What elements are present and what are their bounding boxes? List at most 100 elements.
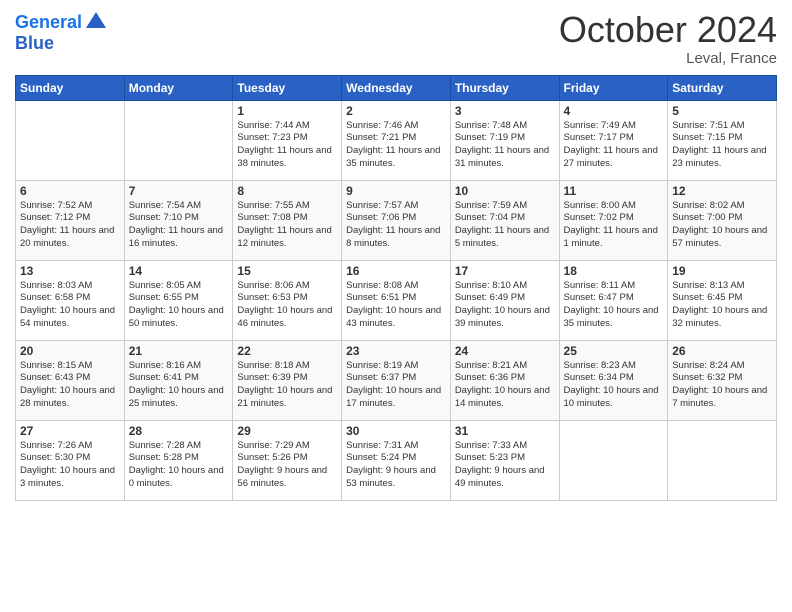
calendar-cell: 10Sunrise: 7:59 AMSunset: 7:04 PMDayligh… bbox=[450, 180, 559, 260]
day-number: 15 bbox=[237, 264, 337, 278]
calendar-cell: 22 Sunrise: 8:18 AMSunset: 6:39 PMDayligh… bbox=[233, 340, 342, 420]
cell-text: Sunrise: 7:57 AMSunset: 7:06 PMDaylight:… bbox=[346, 200, 446, 251]
calendar-cell: 24Sunrise: 8:21 AMSunset: 6:36 PMDayligh… bbox=[450, 340, 559, 420]
calendar-cell: 5 Sunrise: 7:51 AMSunset: 7:15 PMDaylight… bbox=[668, 100, 777, 180]
cell-text: Sunrise: 7:52 AMSunset: 7:12 PMDaylight:… bbox=[20, 200, 120, 251]
calendar-cell: 8 Sunrise: 7:55 AMSunset: 7:08 PMDaylight… bbox=[233, 180, 342, 260]
header-day-thursday: Thursday bbox=[450, 75, 559, 100]
cell-text: Sunrise: 8:05 AMSunset: 6:55 PMDaylight:… bbox=[129, 280, 229, 331]
calendar-cell: 19 Sunrise: 8:13 AMSunset: 6:45 PMDayligh… bbox=[668, 260, 777, 340]
cell-text: Sunrise: 7:55 AMSunset: 7:08 PMDaylight:… bbox=[237, 200, 337, 251]
cell-text: Sunrise: 7:54 AMSunset: 7:10 PMDaylight:… bbox=[129, 200, 229, 251]
day-number: 22 bbox=[237, 344, 337, 358]
day-number: 23 bbox=[346, 344, 446, 358]
day-number: 30 bbox=[346, 424, 446, 438]
day-number: 5 bbox=[672, 104, 772, 118]
day-number: 12 bbox=[672, 184, 772, 198]
day-number: 20 bbox=[20, 344, 120, 358]
month-title: October 2024 bbox=[559, 10, 777, 50]
calendar-cell: 2 Sunrise: 7:46 AMSunset: 7:21 PMDaylight… bbox=[342, 100, 451, 180]
header-day-saturday: Saturday bbox=[668, 75, 777, 100]
calendar-cell bbox=[16, 100, 125, 180]
day-number: 19 bbox=[672, 264, 772, 278]
day-number: 9 bbox=[346, 184, 446, 198]
week-row-3: 13Sunrise: 8:03 AMSunset: 6:58 PMDayligh… bbox=[16, 260, 777, 340]
day-number: 2 bbox=[346, 104, 446, 118]
calendar-cell: 6 Sunrise: 7:52 AMSunset: 7:12 PMDaylight… bbox=[16, 180, 125, 260]
cell-text: Sunrise: 8:16 AMSunset: 6:41 PMDaylight:… bbox=[129, 360, 229, 411]
header-day-friday: Friday bbox=[559, 75, 668, 100]
calendar-cell: 30 Sunrise: 7:31 AMSunset: 5:24 PMDayligh… bbox=[342, 420, 451, 500]
cell-text: Sunrise: 8:18 AMSunset: 6:39 PMDaylight:… bbox=[237, 360, 337, 411]
calendar-cell: 28 Sunrise: 7:28 AMSunset: 5:28 PMDayligh… bbox=[124, 420, 233, 500]
calendar-cell: 20 Sunrise: 8:15 AMSunset: 6:43 PMDayligh… bbox=[16, 340, 125, 420]
cell-text: Sunrise: 8:13 AMSunset: 6:45 PMDaylight:… bbox=[672, 280, 772, 331]
week-row-1: 1 Sunrise: 7:44 AMSunset: 7:23 PMDaylight… bbox=[16, 100, 777, 180]
header-day-wednesday: Wednesday bbox=[342, 75, 451, 100]
calendar-cell: 17Sunrise: 8:10 AMSunset: 6:49 PMDayligh… bbox=[450, 260, 559, 340]
calendar-cell: 1 Sunrise: 7:44 AMSunset: 7:23 PMDaylight… bbox=[233, 100, 342, 180]
week-row-5: 27Sunrise: 7:26 AMSunset: 5:30 PMDayligh… bbox=[16, 420, 777, 500]
calendar-table: SundayMondayTuesdayWednesdayThursdayFrid… bbox=[15, 75, 777, 501]
week-row-4: 20 Sunrise: 8:15 AMSunset: 6:43 PMDayligh… bbox=[16, 340, 777, 420]
cell-text: Sunrise: 7:46 AMSunset: 7:21 PMDaylight:… bbox=[346, 120, 446, 171]
cell-text: Sunrise: 8:10 AMSunset: 6:49 PMDaylight:… bbox=[455, 280, 555, 331]
week-row-2: 6 Sunrise: 7:52 AMSunset: 7:12 PMDaylight… bbox=[16, 180, 777, 260]
cell-text: Sunrise: 7:51 AMSunset: 7:15 PMDaylight:… bbox=[672, 120, 772, 171]
cell-text: Sunrise: 7:44 AMSunset: 7:23 PMDaylight:… bbox=[237, 120, 337, 171]
calendar-cell bbox=[559, 420, 668, 500]
header-day-sunday: Sunday bbox=[16, 75, 125, 100]
cell-text: Sunrise: 8:00 AMSunset: 7:02 PMDaylight:… bbox=[564, 200, 664, 251]
day-number: 26 bbox=[672, 344, 772, 358]
cell-text: Sunrise: 7:59 AMSunset: 7:04 PMDaylight:… bbox=[455, 200, 555, 251]
calendar-cell: 26 Sunrise: 8:24 AMSunset: 6:32 PMDayligh… bbox=[668, 340, 777, 420]
calendar-cell: 12 Sunrise: 8:02 AMSunset: 7:00 PMDayligh… bbox=[668, 180, 777, 260]
day-number: 25 bbox=[564, 344, 664, 358]
day-number: 6 bbox=[20, 184, 120, 198]
day-number: 1 bbox=[237, 104, 337, 118]
day-number: 18 bbox=[564, 264, 664, 278]
cell-text: Sunrise: 7:29 AMSunset: 5:26 PMDaylight:… bbox=[237, 440, 337, 491]
calendar-container: General Blue October 2024 Leval, France … bbox=[0, 0, 792, 612]
calendar-cell: 3Sunrise: 7:48 AMSunset: 7:19 PMDaylight… bbox=[450, 100, 559, 180]
calendar-cell: 9 Sunrise: 7:57 AMSunset: 7:06 PMDaylight… bbox=[342, 180, 451, 260]
day-number: 3 bbox=[455, 104, 555, 118]
cell-text: Sunrise: 8:23 AMSunset: 6:34 PMDaylight:… bbox=[564, 360, 664, 411]
day-number: 31 bbox=[455, 424, 555, 438]
day-number: 16 bbox=[346, 264, 446, 278]
calendar-cell: 25 Sunrise: 8:23 AMSunset: 6:34 PMDayligh… bbox=[559, 340, 668, 420]
calendar-cell: 7Sunrise: 7:54 AMSunset: 7:10 PMDaylight… bbox=[124, 180, 233, 260]
calendar-cell: 15Sunrise: 8:06 AMSunset: 6:53 PMDayligh… bbox=[233, 260, 342, 340]
calendar-cell: 18 Sunrise: 8:11 AMSunset: 6:47 PMDayligh… bbox=[559, 260, 668, 340]
cell-text: Sunrise: 8:19 AMSunset: 6:37 PMDaylight:… bbox=[346, 360, 446, 411]
day-number: 21 bbox=[129, 344, 229, 358]
cell-text: Sunrise: 8:02 AMSunset: 7:00 PMDaylight:… bbox=[672, 200, 772, 251]
day-number: 14 bbox=[129, 264, 229, 278]
header: General Blue October 2024 Leval, France bbox=[15, 10, 777, 67]
calendar-cell: 31 Sunrise: 7:33 AMSunset: 5:23 PMDayligh… bbox=[450, 420, 559, 500]
calendar-cell: 13Sunrise: 8:03 AMSunset: 6:58 PMDayligh… bbox=[16, 260, 125, 340]
calendar-cell: 14 Sunrise: 8:05 AMSunset: 6:55 PMDayligh… bbox=[124, 260, 233, 340]
cell-text: Sunrise: 8:15 AMSunset: 6:43 PMDaylight:… bbox=[20, 360, 120, 411]
day-number: 24 bbox=[455, 344, 555, 358]
cell-text: Sunrise: 7:28 AMSunset: 5:28 PMDaylight:… bbox=[129, 440, 229, 491]
day-number: 8 bbox=[237, 184, 337, 198]
cell-text: Sunrise: 7:33 AMSunset: 5:23 PMDaylight:… bbox=[455, 440, 555, 491]
calendar-cell: 21 Sunrise: 8:16 AMSunset: 6:41 PMDayligh… bbox=[124, 340, 233, 420]
calendar-cell bbox=[124, 100, 233, 180]
logo-blue-text: Blue bbox=[15, 34, 54, 52]
header-day-tuesday: Tuesday bbox=[233, 75, 342, 100]
day-number: 28 bbox=[129, 424, 229, 438]
calendar-cell: 23 Sunrise: 8:19 AMSunset: 6:37 PMDayligh… bbox=[342, 340, 451, 420]
cell-text: Sunrise: 8:11 AMSunset: 6:47 PMDaylight:… bbox=[564, 280, 664, 331]
cell-text: Sunrise: 7:31 AMSunset: 5:24 PMDaylight:… bbox=[346, 440, 446, 491]
calendar-cell: 11Sunrise: 8:00 AMSunset: 7:02 PMDayligh… bbox=[559, 180, 668, 260]
cell-text: Sunrise: 7:49 AMSunset: 7:17 PMDaylight:… bbox=[564, 120, 664, 171]
calendar-cell: 27Sunrise: 7:26 AMSunset: 5:30 PMDayligh… bbox=[16, 420, 125, 500]
day-number: 4 bbox=[564, 104, 664, 118]
cell-text: Sunrise: 8:24 AMSunset: 6:32 PMDaylight:… bbox=[672, 360, 772, 411]
header-day-monday: Monday bbox=[124, 75, 233, 100]
day-number: 27 bbox=[20, 424, 120, 438]
header-row: SundayMondayTuesdayWednesdayThursdayFrid… bbox=[16, 75, 777, 100]
logo: General Blue bbox=[15, 10, 108, 52]
